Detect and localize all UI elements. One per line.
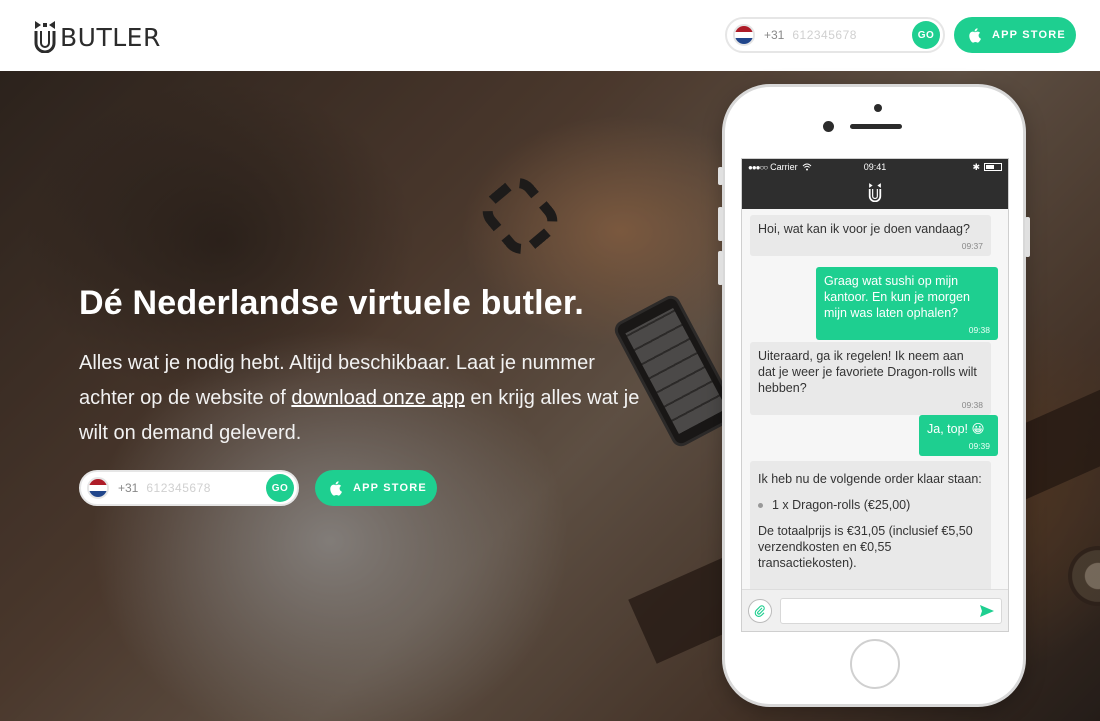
app-store-button[interactable]: APP STORE (954, 17, 1076, 53)
battery-icon (984, 163, 1002, 171)
bowtie-logo-icon (34, 21, 56, 53)
paperclip-icon[interactable] (748, 598, 772, 623)
message-text: Ja, top! 😀 (927, 422, 985, 436)
message-outgoing: Graag wat sushi op mijn kantoor. En kun … (816, 267, 998, 340)
butler-logo[interactable]: BUTLER (32, 16, 161, 56)
volume-up-button (718, 207, 723, 241)
volume-down-button (718, 251, 723, 285)
power-button (1025, 217, 1030, 257)
message-text: Graag wat sushi op mijn kantoor. En kun … (824, 274, 970, 320)
front-camera (823, 121, 834, 132)
bowtie-logo-icon (868, 183, 882, 202)
message-text: Uiteraard, ga ik regelen! Ik neem aan da… (758, 349, 977, 395)
hero-headline: Dé Nederlandse virtuele butler. (79, 284, 585, 322)
mute-switch (718, 167, 723, 185)
message-incoming: Uiteraard, ga ik regelen! Ik neem aan da… (750, 342, 991, 415)
country-code: +31 (764, 28, 785, 42)
message-time: 09:39 (968, 441, 990, 451)
apple-icon (330, 481, 342, 496)
order-summary-message: Ik heb nu de volgende order klaar staan:… (750, 461, 991, 595)
app-store-label: APP STORE (992, 29, 1066, 41)
go-button[interactable]: GO (266, 474, 294, 502)
order-item: 1 x Dragon-rolls (€25,00) (758, 497, 983, 513)
country-code: +31 (118, 481, 139, 495)
nl-flag-icon (733, 24, 755, 46)
proximity-sensor (874, 104, 882, 112)
message-text: Hoi, wat kan ik voor je doen vandaag? (758, 222, 970, 236)
bullet-icon (758, 502, 763, 508)
phone-screen: ●●●○○ Carrier 09:41 ✱ Hoi, wat kan ik vo… (741, 158, 1009, 632)
app-store-label: APP STORE (353, 482, 427, 494)
message-incoming: Hoi, wat kan ik voor je doen vandaag? 09… (750, 215, 991, 256)
message-time: 09:37 (961, 241, 983, 251)
phone-number-field[interactable]: 612345678 (792, 28, 912, 42)
iphone-mockup: ●●●○○ Carrier 09:41 ✱ Hoi, wat kan ik vo… (718, 84, 1030, 707)
header-phone-input[interactable]: +31 612345678 GO (725, 17, 945, 53)
chat-thread[interactable]: Hoi, wat kan ik voor je doen vandaag? 09… (742, 209, 1008, 595)
order-item-text: 1 x Dragon-rolls (€25,00) (772, 498, 911, 512)
message-time: 09:38 (968, 325, 990, 335)
home-button (850, 639, 900, 689)
message-composer (742, 589, 1008, 631)
chat-navbar (742, 175, 1008, 209)
site-header: BUTLER +31 612345678 GO APP STORE (0, 0, 1100, 71)
hero-app-store-button[interactable]: APP STORE (315, 470, 437, 506)
message-time: 09:38 (961, 400, 983, 410)
logo-text: BUTLER (60, 22, 161, 52)
message-input[interactable] (780, 597, 1002, 624)
download-app-link[interactable]: download onze app (291, 387, 464, 409)
earpiece-speaker (850, 124, 902, 129)
send-icon[interactable] (979, 604, 995, 618)
background-coaster (1068, 546, 1100, 606)
nl-flag-icon (87, 477, 109, 499)
status-bar: ●●●○○ Carrier 09:41 ✱ (742, 159, 1008, 175)
hero-subtitle: Alles wat je nodig hebt. Altijd beschikb… (79, 346, 649, 451)
order-total: De totaalprijs is €31,05 (inclusief €5,5… (758, 524, 973, 570)
background-watch (474, 169, 566, 263)
order-intro: Ik heb nu de volgende order klaar staan: (758, 472, 982, 486)
hero-phone-input[interactable]: +31 612345678 GO (79, 470, 299, 506)
go-button[interactable]: GO (912, 21, 940, 49)
phone-number-field[interactable]: 612345678 (146, 481, 266, 495)
message-outgoing: Ja, top! 😀 09:39 (919, 415, 998, 456)
clock: 09:41 (863, 162, 887, 172)
apple-icon (969, 28, 981, 43)
